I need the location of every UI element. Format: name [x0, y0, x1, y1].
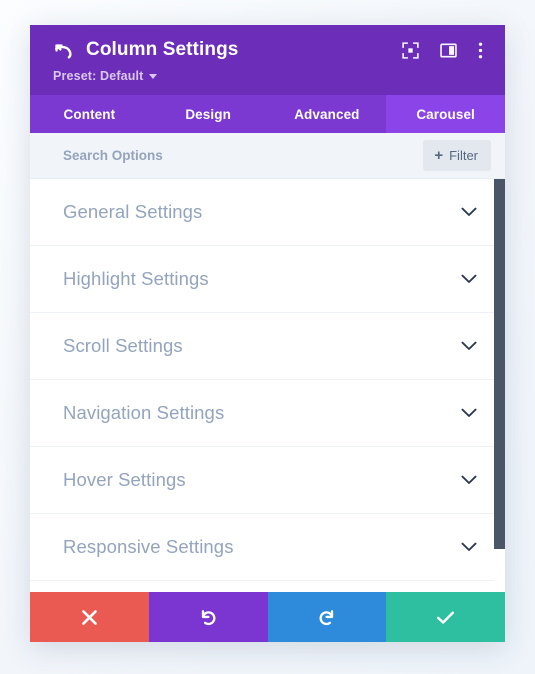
back-arrow-icon[interactable] [52, 39, 74, 61]
cancel-button[interactable] [30, 592, 149, 642]
settings-list: General Settings Highlight Settings Scro… [30, 179, 505, 592]
tab-design[interactable]: Design [149, 95, 268, 133]
setting-row-navigation-settings[interactable]: Navigation Settings [30, 380, 505, 447]
chevron-down-icon[interactable] [461, 207, 477, 217]
setting-row-scroll-settings[interactable]: Scroll Settings [30, 313, 505, 380]
layout-panel-icon[interactable] [440, 42, 457, 59]
tab-advanced[interactable]: Advanced [268, 95, 387, 133]
undo-icon [201, 609, 216, 625]
caret-down-icon [149, 73, 158, 79]
chevron-down-icon[interactable] [461, 475, 477, 485]
filter-button-label: Filter [449, 148, 478, 163]
header-actions [402, 41, 485, 59]
save-button[interactable] [386, 592, 505, 642]
setting-row-hover-settings[interactable]: Hover Settings [30, 447, 505, 514]
scrollbar-thumb[interactable] [494, 179, 505, 549]
settings-tabs: Content Design Advanced Carousel [30, 95, 505, 133]
preset-selector[interactable]: Preset: Default [52, 69, 485, 83]
setting-row-responsive-settings[interactable]: Responsive Settings [30, 514, 505, 581]
header-top-row: Column Settings [52, 39, 485, 61]
add-filter-button[interactable]: + Filter [423, 140, 491, 171]
setting-label: Hover Settings [63, 469, 186, 490]
setting-row-general-settings[interactable]: General Settings [30, 179, 505, 246]
focus-element-icon[interactable] [402, 41, 419, 59]
tab-content[interactable]: Content [30, 95, 149, 133]
tab-carousel[interactable]: Carousel [386, 95, 505, 133]
modal-header: Column Settings Preset: Default [30, 25, 505, 95]
chevron-down-icon[interactable] [461, 542, 477, 552]
search-input[interactable] [63, 148, 424, 163]
setting-row-highlight-settings[interactable]: Highlight Settings [30, 246, 505, 313]
settings-body: General Settings Highlight Settings Scro… [30, 179, 505, 592]
checkmark-icon [437, 611, 455, 624]
chevron-down-icon[interactable] [461, 274, 477, 284]
redo-icon [319, 609, 334, 625]
undo-button[interactable] [148, 592, 268, 642]
setting-label: General Settings [63, 201, 203, 222]
search-row: + Filter [30, 133, 505, 179]
setting-label: Navigation Settings [63, 402, 225, 423]
chevron-down-icon[interactable] [461, 341, 477, 351]
plus-icon: + [434, 146, 444, 164]
close-icon [82, 609, 97, 625]
chevron-down-icon[interactable] [461, 408, 477, 418]
setting-label: Scroll Settings [63, 335, 183, 356]
scrollbar-track[interactable] [494, 179, 505, 592]
setting-label: Highlight Settings [63, 268, 209, 289]
setting-label: Responsive Settings [63, 536, 234, 557]
more-options-icon[interactable] [478, 42, 483, 59]
page-title: Column Settings [86, 39, 239, 60]
modal-footer [30, 592, 505, 642]
preset-label: Preset: Default [53, 69, 144, 83]
redo-button[interactable] [267, 592, 387, 642]
column-settings-modal: Column Settings Preset: Default Content … [30, 25, 505, 642]
